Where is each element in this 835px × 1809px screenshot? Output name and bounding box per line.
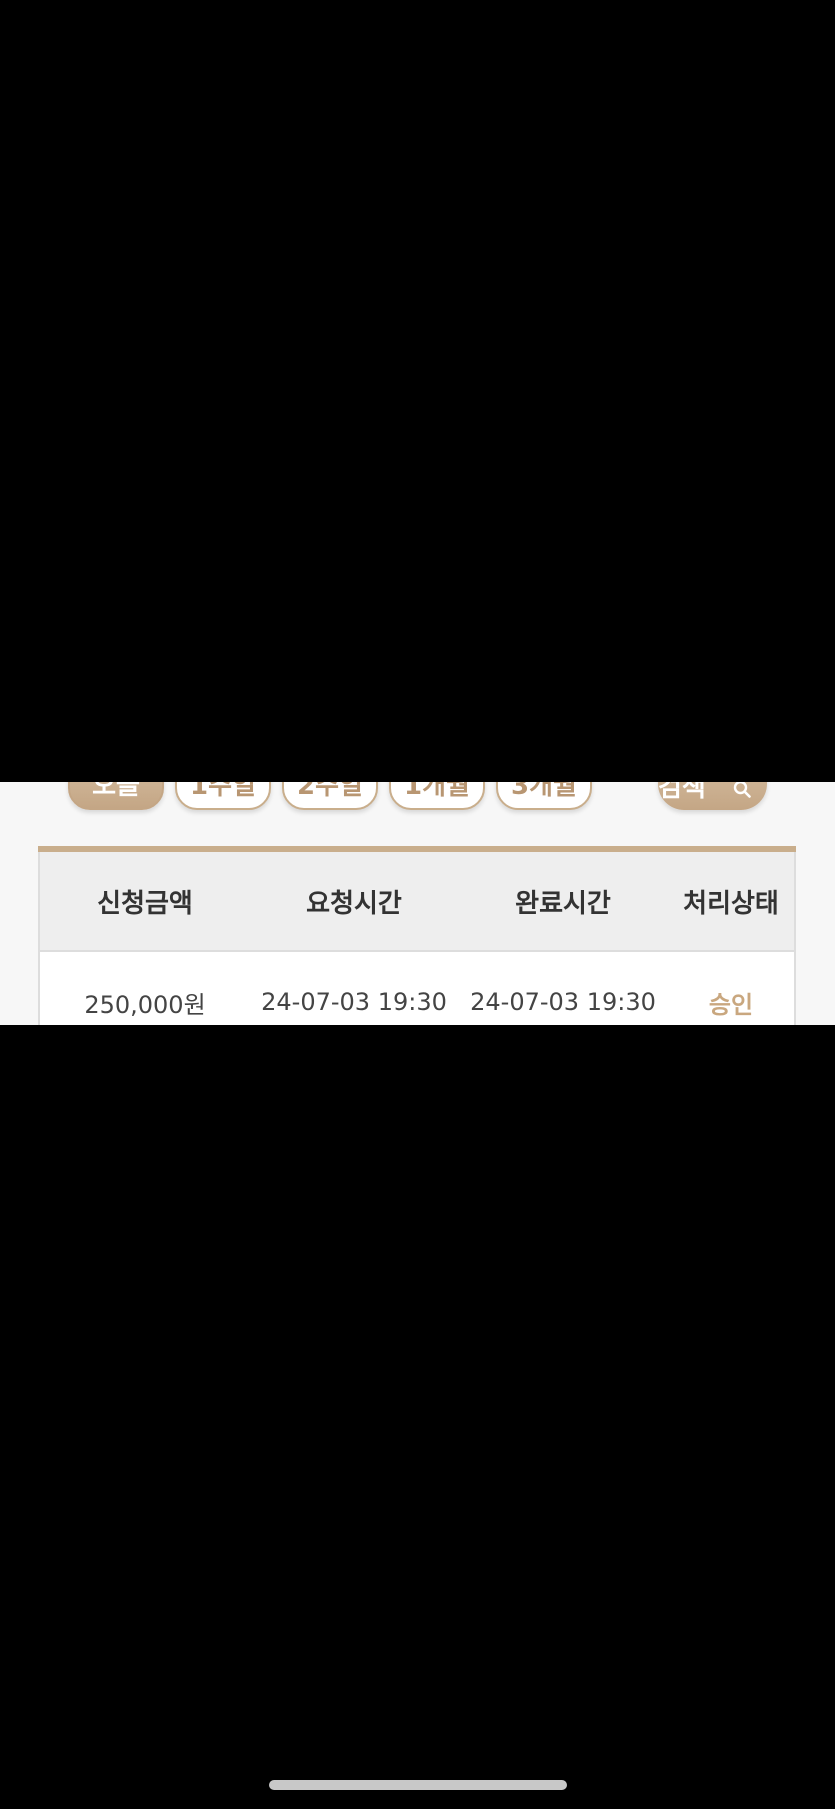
cell-complete-time: 24-07-03 19:30 xyxy=(470,988,656,1016)
filter-today-button[interactable]: 오늘 xyxy=(68,782,164,810)
screen: 오늘 1주일 2주일 1개월 3개월 검색 신청금액 요청시간 완료시간 처리상… xyxy=(0,0,835,1809)
table-row: 250,000원 24-07-03 19:30 24-07-03 19:30 승… xyxy=(38,952,796,1025)
header-complete-time: 완료시간 xyxy=(515,888,611,919)
history-table: 신청금액 요청시간 완료시간 처리상태 250,000원 24-07-03 19… xyxy=(38,846,796,1025)
header-status: 처리상태 xyxy=(683,888,779,919)
search-button[interactable]: 검색 xyxy=(658,782,767,810)
filter-1month-label: 1개월 xyxy=(404,782,470,801)
header-request-time: 요청시간 xyxy=(306,888,402,919)
filter-2week-label: 2주일 xyxy=(297,782,363,801)
content-area: 오늘 1주일 2주일 1개월 3개월 검색 신청금액 요청시간 완료시간 처리상… xyxy=(0,782,835,1025)
status-badge: 승인 xyxy=(708,990,754,1019)
filter-today-label: 오늘 xyxy=(92,782,140,801)
filter-1week-label: 1주일 xyxy=(190,782,256,801)
search-button-label: 검색 xyxy=(658,782,706,803)
filter-2week-button[interactable]: 2주일 xyxy=(282,782,378,810)
cell-request-time: 24-07-03 19:30 xyxy=(261,988,447,1016)
filter-3month-label: 3개월 xyxy=(511,782,577,801)
search-icon xyxy=(733,782,751,798)
home-indicator[interactable] xyxy=(269,1780,567,1790)
filter-1week-button[interactable]: 1주일 xyxy=(175,782,271,810)
filter-3month-button[interactable]: 3개월 xyxy=(496,782,592,810)
filter-1month-button[interactable]: 1개월 xyxy=(389,782,485,810)
cell-amount: 250,000원 xyxy=(84,990,206,1019)
header-amount: 신청금액 xyxy=(97,888,193,919)
table-header-row: 신청금액 요청시간 완료시간 처리상태 xyxy=(38,852,796,952)
